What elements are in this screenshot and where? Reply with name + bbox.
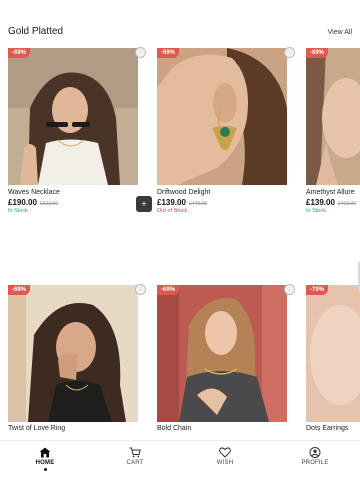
nav-item-wish[interactable]: WISH — [195, 447, 255, 466]
wishlist-icon[interactable]: ♡ — [135, 47, 146, 58]
wishlist-icon[interactable]: ♡ — [284, 47, 295, 58]
stock-status: In Stock — [306, 208, 326, 214]
product-name: Bold Chain — [157, 425, 192, 432]
product-image[interactable] — [157, 48, 287, 185]
product-image[interactable] — [306, 285, 360, 422]
stock-status: Out of Stock — [157, 208, 188, 214]
cart-icon — [129, 447, 141, 458]
product-image[interactable] — [8, 48, 138, 185]
nav-label: PROFILE — [301, 460, 329, 466]
current-price: £139.00 — [157, 198, 186, 207]
product-price: £139.00 £463.00 — [306, 198, 356, 207]
heart-icon — [219, 447, 231, 458]
profile-icon — [309, 447, 321, 458]
product-image[interactable] — [8, 285, 138, 422]
section-header: Gold Platted View All — [0, 0, 360, 46]
original-price: £463.00 — [337, 201, 356, 207]
product-image[interactable] — [157, 285, 287, 422]
original-price: £632.00 — [39, 201, 58, 207]
section-title: Gold Platted — [8, 26, 64, 37]
add-to-cart-button[interactable]: + — [136, 196, 152, 212]
nav-label: CART — [126, 460, 144, 466]
nav-item-home[interactable]: HOME — [15, 447, 75, 471]
nav-item-profile[interactable]: PROFILE — [285, 447, 345, 466]
product-card[interactable]: -69% ♡ Twist of Love Ring — [8, 284, 146, 435]
discount-badge: -69% — [8, 48, 31, 58]
product-name: Dots Earrings — [306, 425, 349, 432]
product-price: £139.00 £449.00 — [157, 198, 207, 207]
current-price: £139.00 — [306, 198, 335, 207]
bottom-navigation: HOME CART WISH PROFILE — [0, 440, 360, 480]
nav-item-cart[interactable]: CART — [105, 447, 165, 466]
active-indicator — [43, 468, 47, 471]
product-name: Twist of Love Ring — [8, 425, 66, 432]
current-price: £190.00 — [8, 198, 37, 207]
wishlist-icon[interactable]: ♡ — [284, 284, 295, 295]
discount-badge: -69% — [306, 48, 329, 58]
discount-badge: -70% — [306, 285, 329, 295]
original-price: £449.00 — [188, 201, 207, 207]
product-image[interactable] — [306, 48, 360, 185]
product-name: Driftwood Delight — [157, 189, 211, 196]
discount-badge: -69% — [157, 285, 180, 295]
product-card[interactable]: -70% Dots Earrings — [306, 285, 360, 435]
view-all-link[interactable]: View All — [328, 29, 352, 36]
discount-badge: -69% — [8, 285, 31, 295]
product-card[interactable]: -69% ♡ Driftwood Delight £139.00 £449.00 … — [157, 47, 295, 218]
product-card[interactable]: -69% ♡ Bold Chain — [157, 284, 295, 435]
product-card[interactable]: -69% Amethyst Allure £139.00 £463.00 In S… — [306, 48, 360, 218]
product-name: Amethyst Allure — [306, 189, 355, 196]
product-card[interactable]: -69% ♡ Waves Necklace £190.00 £632.00 In … — [8, 47, 152, 218]
product-price: £190.00 £632.00 — [8, 198, 58, 207]
product-name: Waves Necklace — [8, 189, 60, 196]
nav-label: WISH — [216, 460, 234, 466]
wishlist-icon[interactable]: ♡ — [135, 284, 146, 295]
home-icon — [39, 447, 51, 458]
discount-badge: -69% — [157, 48, 180, 58]
nav-label: HOME — [35, 460, 55, 466]
stock-status: In Stock — [8, 208, 28, 214]
